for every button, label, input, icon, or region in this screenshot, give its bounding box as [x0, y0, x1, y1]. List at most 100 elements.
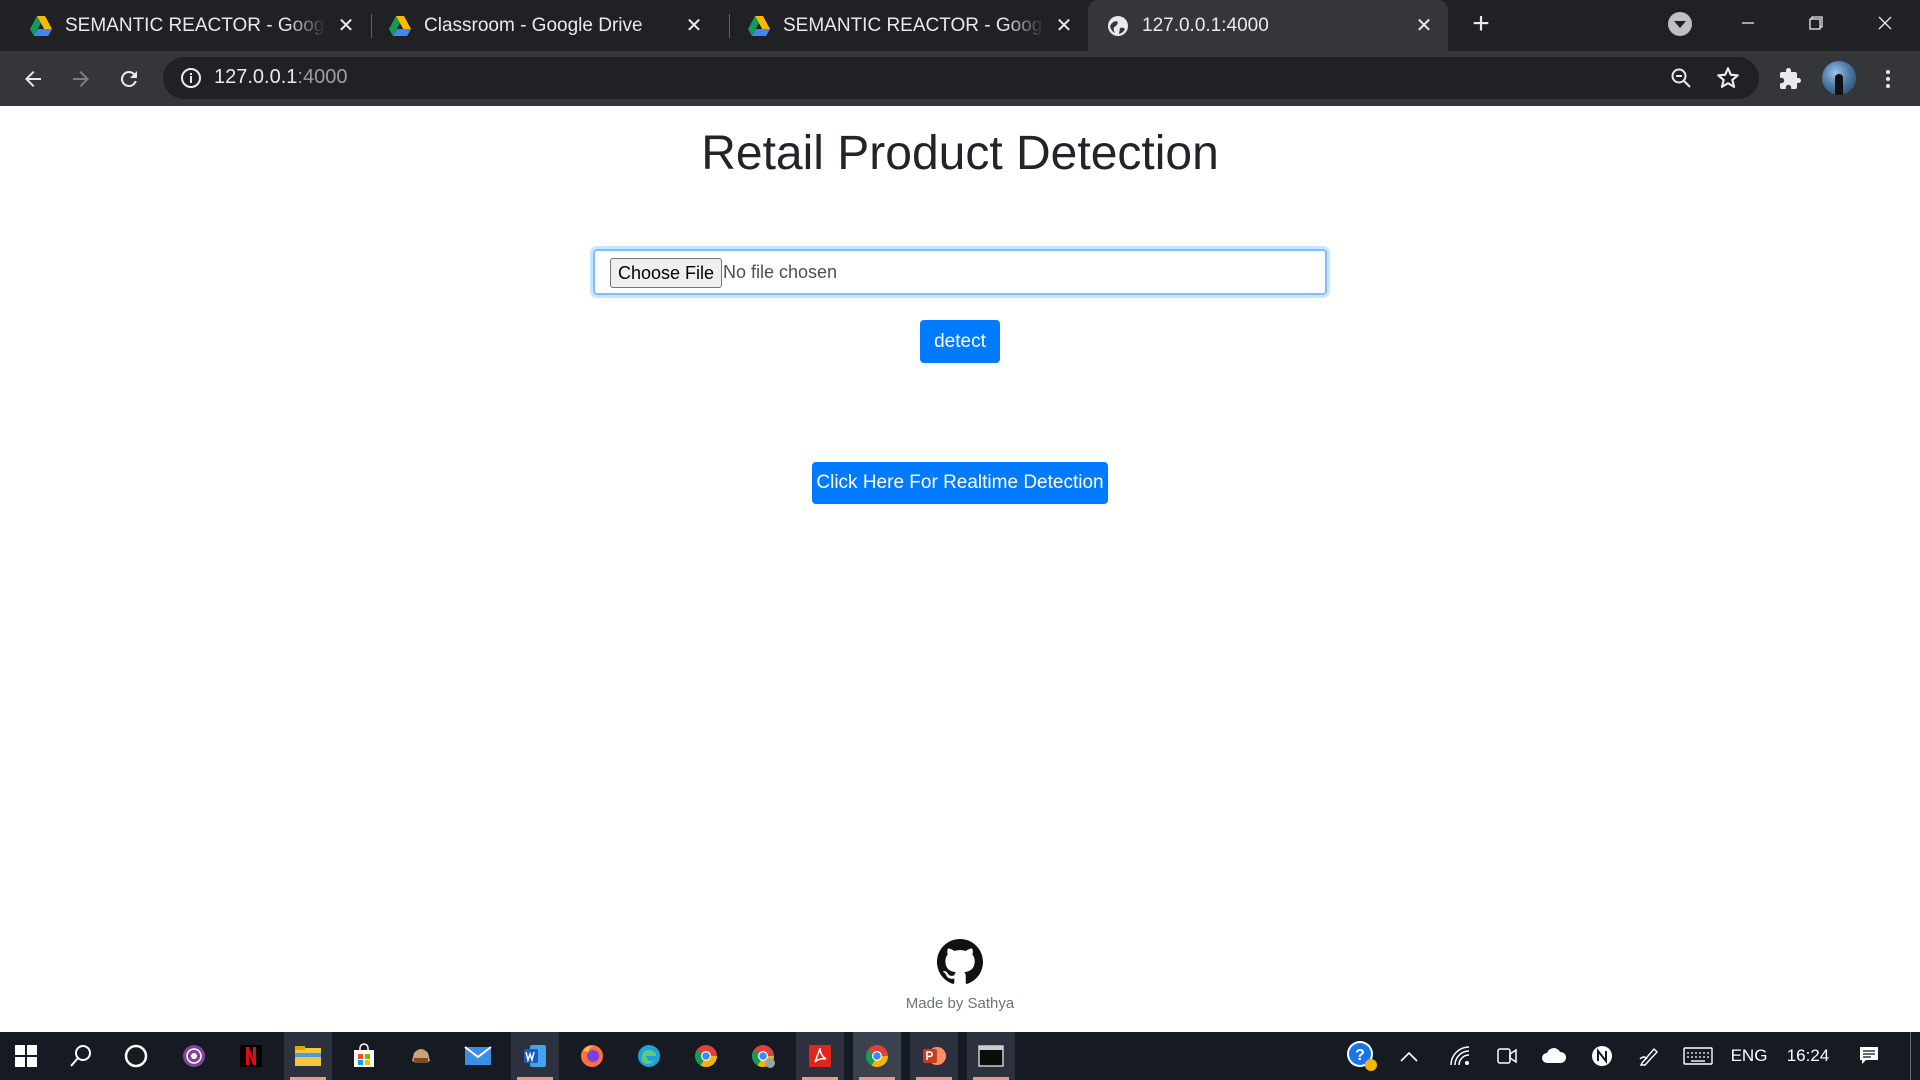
- pen-tray-button[interactable]: [1632, 1032, 1666, 1080]
- back-button[interactable]: [17, 63, 49, 95]
- taskbar-app-terminal[interactable]: [967, 1032, 1015, 1080]
- taskbar-app-game[interactable]: [397, 1032, 445, 1080]
- close-icon[interactable]: ✕: [1412, 14, 1436, 38]
- meet-now-tray-button[interactable]: [1490, 1032, 1524, 1080]
- new-tab-button[interactable]: +: [1466, 9, 1496, 40]
- url-port: :4000: [297, 66, 348, 88]
- chrome-icon: [695, 1045, 717, 1067]
- close-icon[interactable]: ✕: [334, 14, 358, 38]
- address-bar[interactable]: 127.0.0.1:4000: [163, 57, 1759, 99]
- taskbar-app-chrome-profile[interactable]: [739, 1032, 787, 1080]
- google-drive-icon: [389, 15, 411, 36]
- arrow-left-icon: [25, 71, 41, 87]
- close-window-button[interactable]: [1865, 8, 1905, 38]
- globe-icon: [1108, 15, 1128, 36]
- minimize-button[interactable]: [1728, 8, 1768, 38]
- chevron-up-icon: [1400, 1051, 1418, 1062]
- taskbar-app-chrome-active[interactable]: [853, 1032, 901, 1080]
- forward-button[interactable]: [65, 63, 97, 95]
- action-center-button[interactable]: [1852, 1032, 1886, 1080]
- keyboard-icon: [1683, 1047, 1713, 1065]
- arrow-right-icon: [73, 71, 89, 87]
- taskbar-app-firefox[interactable]: [568, 1032, 616, 1080]
- edge-icon: [638, 1045, 660, 1067]
- taskbar-app-netflix[interactable]: [227, 1032, 275, 1080]
- tor-browser-icon: [183, 1045, 205, 1067]
- terminal-icon: [978, 1045, 1004, 1067]
- close-icon[interactable]: ✕: [1052, 14, 1076, 38]
- taskbar-app-acrobat[interactable]: [796, 1032, 844, 1080]
- taskbar-app-mail[interactable]: [454, 1032, 502, 1080]
- url-text[interactable]: 127.0.0.1:4000: [214, 66, 347, 89]
- more-vert-icon: [1886, 70, 1890, 88]
- word-icon: [524, 1045, 546, 1067]
- url-host: 127.0.0.1: [214, 66, 298, 88]
- tab-semantic-reactor-1[interactable]: SEMANTIC REACTOR - Google Drive ✕: [0, 0, 370, 51]
- clock[interactable]: 16:24: [1780, 1032, 1836, 1080]
- choose-file-button[interactable]: Choose File: [610, 258, 723, 288]
- footer-credit: Made by Sathya: [905, 995, 1015, 1012]
- restore-icon: [1809, 16, 1823, 30]
- cortana-button[interactable]: [112, 1032, 160, 1080]
- reload-button[interactable]: [113, 63, 145, 95]
- chrome-profile-icon: [752, 1045, 775, 1068]
- taskbar-search-button[interactable]: [57, 1032, 105, 1080]
- profile-avatar[interactable]: [1822, 61, 1856, 95]
- close-icon: [1878, 16, 1892, 30]
- chrome-icon: [866, 1045, 888, 1067]
- restore-button[interactable]: [1796, 8, 1836, 38]
- tab-title: SEMANTIC REACTOR - Google Drive: [783, 14, 1044, 36]
- tab-title: 127.0.0.1:4000: [1142, 14, 1269, 36]
- realtime-detection-button[interactable]: Click Here For Realtime Detection: [812, 462, 1108, 504]
- windows-logo-icon: [15, 1045, 37, 1067]
- file-upload-input[interactable]: Choose File No file chosen: [593, 249, 1327, 295]
- detect-button[interactable]: detect: [920, 320, 1000, 363]
- browser-toolbar: 127.0.0.1:4000: [0, 51, 1920, 106]
- github-icon[interactable]: [937, 939, 983, 985]
- close-icon[interactable]: ✕: [682, 14, 706, 38]
- google-drive-icon: [748, 15, 770, 36]
- touch-keyboard-tray-button[interactable]: [1678, 1032, 1718, 1080]
- start-button[interactable]: [2, 1032, 50, 1080]
- meet-icon: [1497, 1048, 1517, 1064]
- menu-button[interactable]: [1874, 65, 1902, 93]
- svg-text:?: ?: [1355, 1047, 1365, 1064]
- tab-title: Classroom - Google Drive: [424, 14, 643, 36]
- google-drive-icon: [30, 15, 52, 36]
- page-title: Retail Product Detection: [701, 127, 1219, 180]
- search-icon: [70, 1045, 91, 1067]
- app-tray-button[interactable]: [1585, 1032, 1619, 1080]
- windows-taskbar: ? ENG 16:24: [0, 1032, 1920, 1080]
- network-tray-button[interactable]: [1443, 1032, 1477, 1080]
- taskbar-app-powerpoint[interactable]: [910, 1032, 958, 1080]
- bookmark-star-icon[interactable]: [1715, 65, 1741, 91]
- tab-classroom[interactable]: Classroom - Google Drive ✕: [359, 0, 718, 51]
- info-icon[interactable]: [179, 66, 203, 90]
- tab-search-icon[interactable]: [1668, 12, 1692, 36]
- wifi-icon: [1450, 1046, 1470, 1066]
- taskbar-app-store[interactable]: [340, 1032, 388, 1080]
- show-hidden-icons-button[interactable]: [1394, 1032, 1424, 1080]
- reload-icon: [120, 70, 137, 87]
- taskbar-app-tor[interactable]: [170, 1032, 218, 1080]
- tab-localhost[interactable]: 127.0.0.1:4000 ✕: [1088, 0, 1448, 51]
- store-bag-icon: [354, 1043, 374, 1067]
- onedrive-tray-button[interactable]: [1536, 1032, 1572, 1080]
- taskbar-app-chrome[interactable]: [682, 1032, 730, 1080]
- input-language[interactable]: ENG: [1726, 1032, 1772, 1080]
- tab-semantic-reactor-2[interactable]: SEMANTIC REACTOR - Google Drive ✕: [718, 0, 1088, 51]
- tab-title: SEMANTIC REACTOR - Google Drive: [65, 14, 326, 36]
- help-icon: ?: [1347, 1041, 1377, 1071]
- cortana-icon: [124, 1044, 148, 1068]
- taskbar-app-word[interactable]: [511, 1032, 559, 1080]
- taskbar-app-file-explorer[interactable]: [284, 1032, 332, 1080]
- zoom-out-icon[interactable]: [1669, 66, 1693, 90]
- show-desktop-button[interactable]: [1910, 1032, 1911, 1080]
- extensions-button[interactable]: [1776, 65, 1804, 93]
- puzzle-icon: [1780, 68, 1801, 89]
- file-status-text: No file chosen: [723, 262, 838, 282]
- help-tray-button[interactable]: ?: [1342, 1032, 1382, 1080]
- powerpoint-icon: [923, 1047, 946, 1065]
- taskbar-app-edge[interactable]: [625, 1032, 673, 1080]
- mail-icon: [464, 1046, 492, 1065]
